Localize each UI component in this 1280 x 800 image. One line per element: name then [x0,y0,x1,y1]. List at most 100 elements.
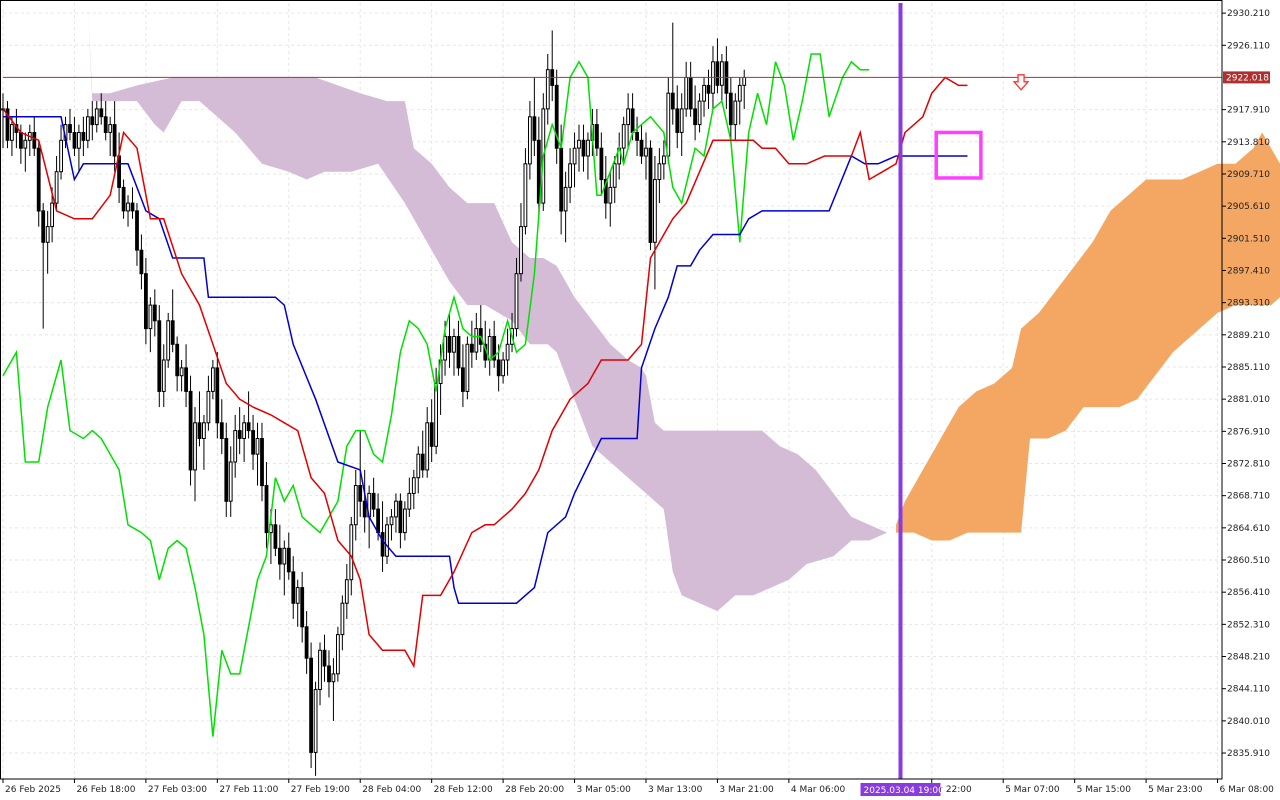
candle-bear [260,438,264,487]
candle-bull [54,171,59,204]
candle-bull [255,438,260,455]
candle-bull [411,477,416,494]
candle-bull [572,147,577,165]
x-tick-label: 3 Mar 13:00 [648,785,703,795]
candle-bear [246,422,251,432]
candle-bear [36,147,41,212]
candle-bear [135,210,139,251]
y-tick-label: 2840.010 [1227,717,1270,727]
candle-bull [684,77,689,110]
candle-bull [514,273,519,330]
candle-bull [737,84,742,102]
candle-bull [94,108,99,126]
y-tick-label: 2872.810 [1227,459,1270,469]
candle-bear [188,390,193,471]
candle-bear [197,422,202,439]
candle-bull [563,186,568,212]
candle-bear [559,147,564,212]
candle-bear [72,132,77,149]
candle-bull [662,155,666,165]
candle-bull [523,163,528,228]
candle-bull [465,343,470,392]
candle-bull [282,547,287,565]
candle-bear [496,359,501,377]
candle-bear [112,124,117,157]
candle-bull [389,516,394,526]
candle-bull [166,320,171,361]
candle-bear [322,649,327,667]
y-tick-label: 2860.510 [1227,556,1270,566]
candle-bear [304,626,309,659]
candle-bull [206,390,211,424]
candle-bear [376,508,381,534]
x-tick-label: 26 Feb 18:00 [76,785,135,795]
candle-bull [394,500,398,518]
y-tick-label: 2889.210 [1227,331,1270,341]
candle-bull [179,367,184,377]
candle-bear [219,422,224,439]
y-tick-label: 2897.410 [1227,266,1270,276]
candle-bull [340,602,345,636]
candle-bull [702,84,707,102]
y-tick-label: 2930.210 [1227,9,1270,19]
candle-bull [407,492,412,510]
candle-bear [184,367,188,392]
candle-bear [300,587,305,628]
candle-bear [581,139,586,157]
candle-bear [715,61,720,86]
candle-bear [130,202,135,212]
ichimoku-chart[interactable]: 2930.210 2926.110 2917.910 2913.810 2909.710… [0,0,1280,800]
candle-bull [59,139,64,173]
x-tick-label: 6 Mar 08:00 [1220,785,1275,795]
current-price-tag: 2922.018 [1223,71,1270,84]
candle-bull [474,328,479,353]
candle-bear [595,124,599,149]
candle-bull [545,69,550,110]
candle-bear [224,438,229,502]
x-tick-label: 3 Mar 05:00 [577,785,632,795]
candle-bear [420,453,425,471]
x-tick-label: 27 Feb 19:00 [291,785,350,795]
candle-bear [670,92,675,110]
candle-bull [403,508,407,534]
candle-bear [461,367,465,392]
candle-bear [362,500,367,518]
candle-bear [398,500,403,534]
candle-bull [505,343,510,361]
x-tick-label: 5 Mar 07:00 [1005,785,1060,795]
x-tick-label: 27 Feb 11:00 [219,785,278,795]
candle-bear [215,367,220,424]
candle-bull [331,673,336,683]
x-tick-label: 28 Feb 20:00 [505,785,564,795]
candle-bull [519,226,523,275]
candle-bull [336,634,340,675]
candle-bear [429,422,434,447]
candle-bull [612,163,617,188]
candle-bear [309,657,314,753]
candle-bull [228,461,233,502]
y-tick-label: 2905.610 [1227,202,1270,212]
y-tick-label: 2926.110 [1227,41,1270,51]
y-tick-label: 2835.910 [1227,749,1270,759]
candle-bull [148,304,153,330]
candle-bull [626,108,631,126]
candle-bull [577,139,581,149]
candle-bull [23,139,28,149]
candle-bear [121,186,126,212]
candle-bear [728,92,733,126]
candle-bear [648,147,653,243]
candle-bull [385,524,389,557]
y-tick-label: 2917.910 [1227,106,1270,116]
x-tick-label: 28 Feb 04:00 [362,785,421,795]
candle-bull [318,649,322,690]
candle-bull [434,383,439,447]
candle-bear [99,108,104,118]
candle-bear [90,116,95,126]
candle-bear [693,108,698,126]
x-tick-label: 4 Mar 06:00 [791,785,846,795]
candle-bear [327,665,331,683]
candle-bear [157,320,162,392]
candle-bear [19,132,23,149]
candle-bull [161,359,166,392]
candle-bull [608,186,613,204]
